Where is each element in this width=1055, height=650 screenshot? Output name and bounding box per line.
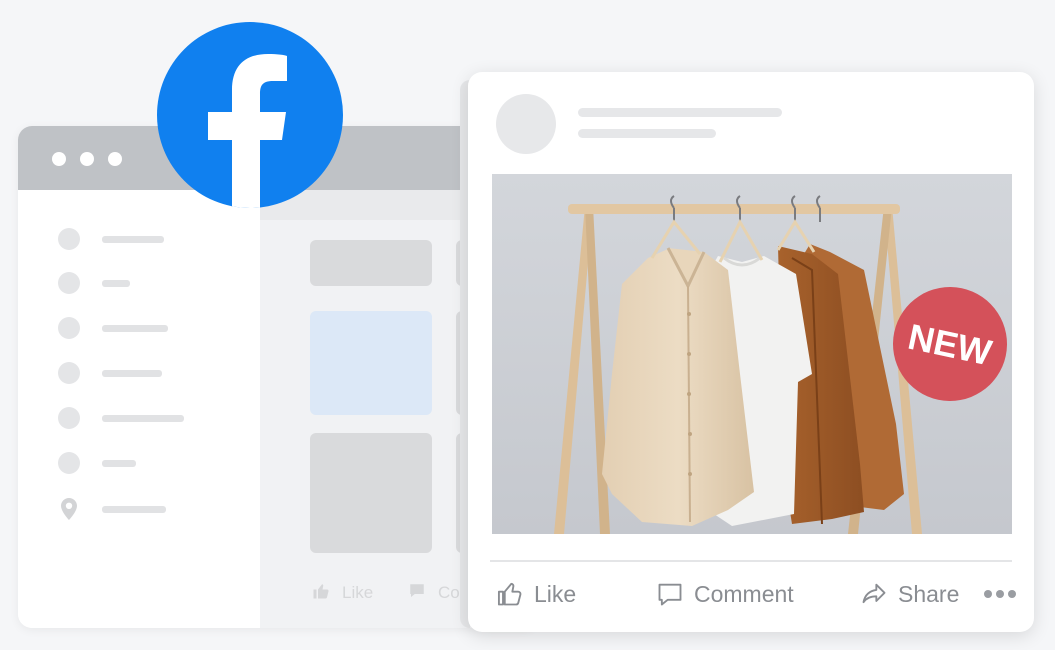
circle-icon [58, 362, 80, 384]
avatar [496, 94, 556, 154]
like-button[interactable]: Like [496, 578, 576, 610]
ghost-comment-label: Co [438, 583, 460, 602]
share-label: Share [898, 580, 960, 607]
comment-icon [658, 583, 682, 606]
post-meta-placeholder [578, 129, 716, 138]
placeholder-tile-highlight [310, 311, 432, 415]
more-options-icon[interactable] [984, 590, 1016, 598]
post-author-placeholder [578, 108, 782, 117]
window-dot [80, 152, 94, 166]
actions-divider [490, 560, 1012, 562]
circle-icon [58, 452, 80, 474]
placeholder-tile [310, 433, 432, 553]
ghost-like-label: Like [342, 583, 374, 602]
thumbs-up-icon [497, 582, 522, 606]
like-label: Like [534, 580, 577, 607]
location-pin-icon [61, 498, 77, 520]
circle-icon [58, 407, 80, 429]
placeholder-tile [310, 240, 432, 286]
browser-sidebar [18, 190, 260, 628]
share-icon [862, 583, 886, 604]
post-card: NEW Like Comment Share [468, 72, 1034, 632]
ghost-like-icon [312, 582, 330, 605]
comment-button[interactable]: Comment [656, 578, 794, 610]
circle-icon [58, 317, 80, 339]
circle-icon [58, 272, 80, 294]
ghost-comment-icon [408, 582, 426, 605]
circle-icon [58, 228, 80, 250]
share-button[interactable]: Share [860, 578, 959, 610]
comment-label: Comment [694, 580, 794, 607]
facebook-logo-icon [157, 22, 343, 208]
post-image[interactable]: NEW [492, 174, 1012, 534]
window-dot [108, 152, 122, 166]
window-dot [52, 152, 66, 166]
